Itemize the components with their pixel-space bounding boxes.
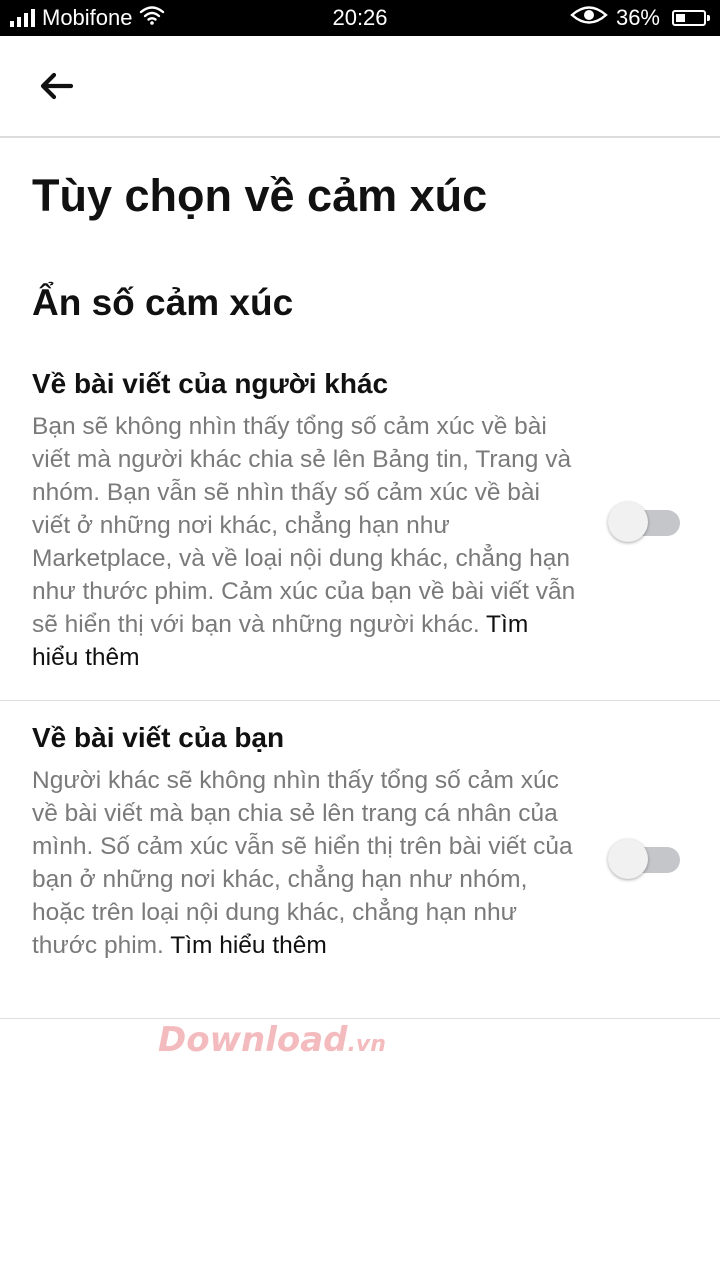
learn-more-link[interactable]: Tìm hiểu thêm [170, 932, 327, 959]
watermark-logo: Download.vn [158, 1020, 386, 1060]
eye-icon [570, 4, 608, 32]
battery-fill [676, 14, 685, 22]
setting-description-text: Người khác sẽ không nhìn thấy tổng số cả… [32, 767, 573, 959]
setting-row-others-posts: Về bài viết của người khác Bạn sẽ không … [0, 362, 720, 701]
setting-description: Bạn sẽ không nhìn thấy tổng số cảm xúc v… [32, 410, 580, 674]
page-title: Tùy chọn về cảm xúc [32, 170, 488, 221]
toggle-thumb [608, 839, 648, 879]
toggle-thumb [608, 502, 648, 542]
back-button[interactable] [22, 64, 90, 112]
setting-title: Về bài viết của người khác [32, 368, 389, 399]
watermark-tld: .vn [347, 1032, 386, 1057]
app-header [0, 36, 720, 138]
battery-icon [672, 10, 710, 26]
battery-percent: 36% [615, 5, 660, 30]
setting-description: Người khác sẽ không nhìn thấy tổng số cả… [32, 764, 580, 962]
hide-counts-others-toggle[interactable] [606, 502, 682, 542]
setting-description-text: Bạn sẽ không nhìn thấy tổng số cảm xúc v… [32, 413, 576, 638]
hide-counts-yours-toggle[interactable] [606, 839, 682, 879]
setting-row-your-posts: Về bài viết của bạn Người khác sẽ không … [0, 716, 720, 1019]
screen: Mobifone 20:26 36% Tùy chọn về cảm xúc Ẩ… [0, 0, 720, 1280]
back-arrow-icon [38, 71, 74, 106]
setting-title: Về bài viết của bạn [32, 722, 285, 753]
section-heading: Ẩn số cảm xúc [32, 282, 294, 323]
status-bar: Mobifone 20:26 36% [0, 0, 720, 36]
status-right: 36% [570, 0, 710, 36]
watermark-main: Download [158, 1020, 348, 1060]
